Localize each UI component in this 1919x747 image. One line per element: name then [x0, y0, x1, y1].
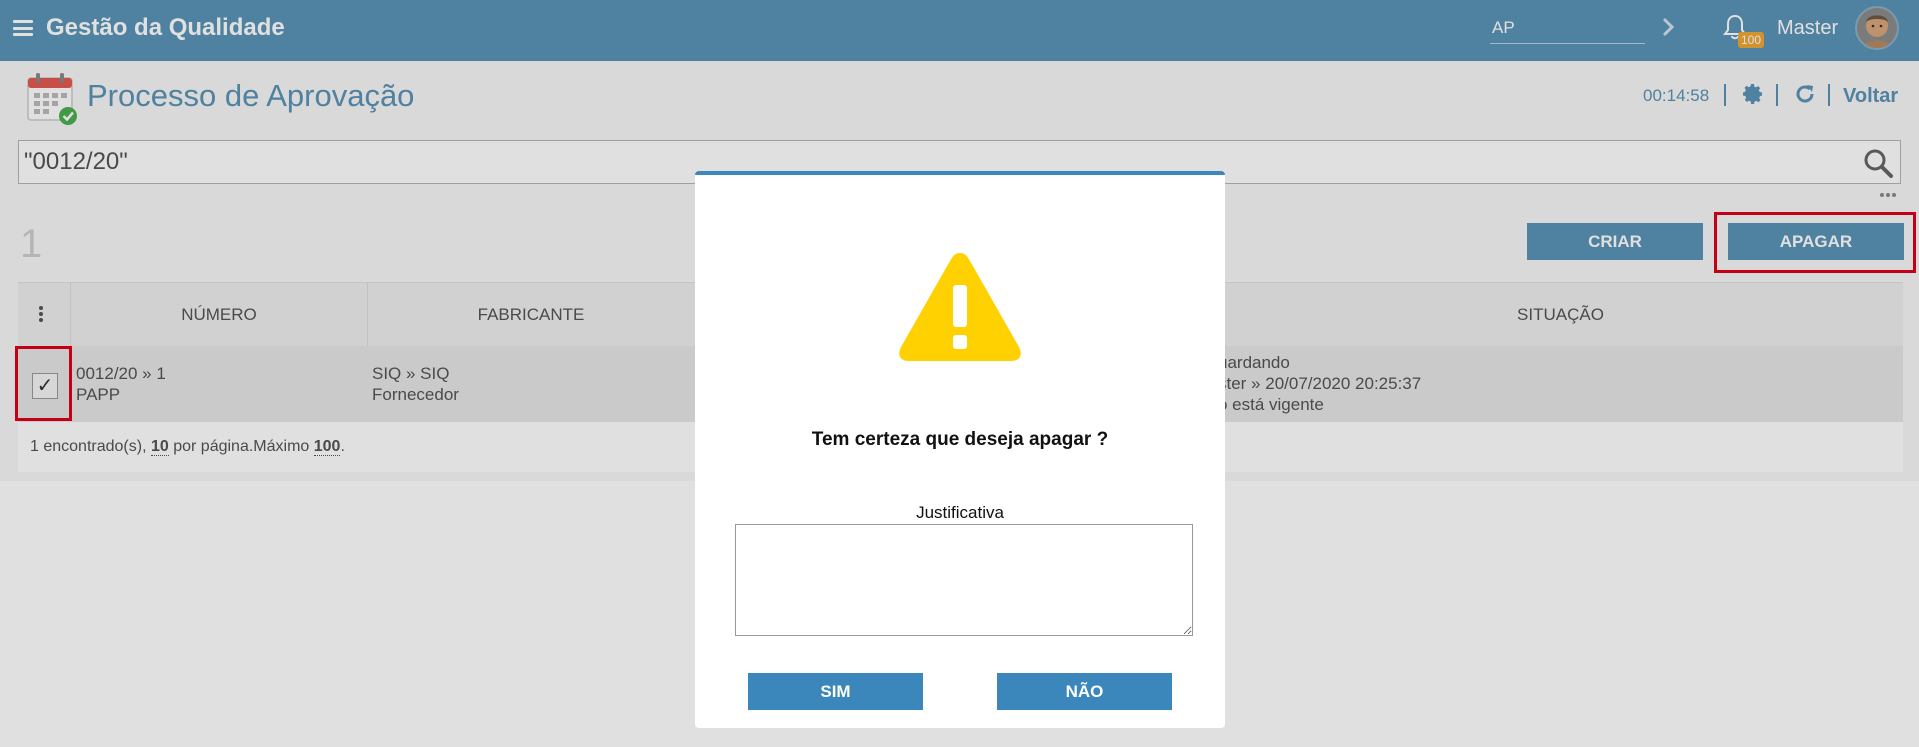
dialog-question: Tem certeza que deseja apagar ? — [811, 429, 1109, 450]
confirm-delete-dialog: Tem certeza que deseja apagar ? Justific… — [695, 171, 1225, 728]
justification-textarea[interactable] — [735, 524, 1193, 636]
confirm-yes-button[interactable]: SIM — [748, 673, 923, 710]
confirm-no-button[interactable]: NÃO — [997, 673, 1172, 710]
justification-label: Justificativa — [916, 503, 1004, 522]
warning-icon — [899, 253, 1021, 361]
